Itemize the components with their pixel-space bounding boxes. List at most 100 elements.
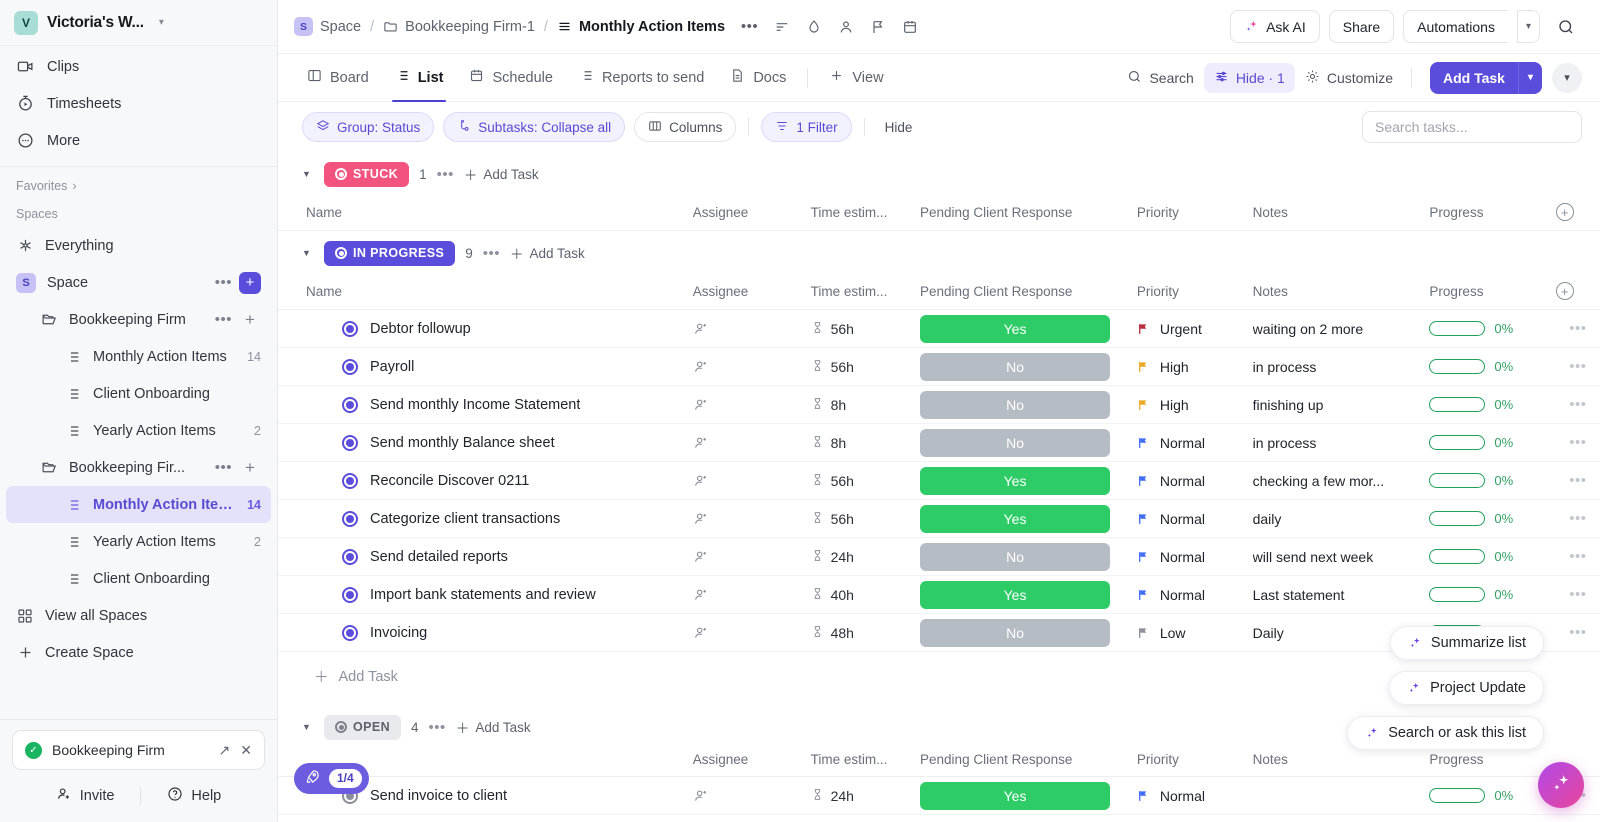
cell-notes[interactable] (1252, 776, 1430, 815)
droplet-icon[interactable] (799, 12, 828, 41)
assignee-add-icon[interactable] (693, 625, 811, 641)
cell-time-estimate[interactable]: 48h (810, 613, 921, 652)
cell-row-actions[interactable]: ••• (1555, 423, 1600, 462)
ai-assistant-fab[interactable] (1538, 762, 1584, 808)
pending-client-response-badge[interactable]: No (920, 618, 1111, 647)
cell-name[interactable]: Debtor followup (278, 309, 693, 348)
folder-more-icon[interactable]: ••• (215, 460, 232, 475)
cell-priority[interactable]: Normal (1136, 537, 1253, 576)
cell-priority[interactable]: Normal (1136, 423, 1253, 462)
group-add-task-button[interactable]: ＋ Add Task (464, 164, 539, 184)
cell-assignee[interactable] (692, 423, 811, 462)
flag-icon[interactable] (863, 12, 892, 41)
cell-row-actions[interactable]: ••• (1555, 385, 1600, 424)
folder-add-icon[interactable]: + (239, 309, 261, 331)
task-status-icon[interactable] (342, 434, 358, 451)
sidebar-item-create-space[interactable]: Create Space (6, 634, 271, 671)
progress-bar[interactable] (1429, 435, 1486, 450)
sidebar-item-everything[interactable]: Everything (6, 227, 271, 264)
cell-priority[interactable]: Normal (1136, 575, 1253, 614)
column-header-notes[interactable]: Notes (1252, 275, 1430, 310)
status-badge-in-progress[interactable]: IN PROGRESS (324, 240, 456, 266)
favorites-section-header[interactable]: Favorites › (0, 171, 277, 199)
share-button[interactable]: Share (1328, 10, 1395, 43)
cell-assignee[interactable] (692, 309, 811, 348)
cell-pending-client-response[interactable]: Yes (920, 776, 1137, 815)
assignee-add-icon[interactable] (693, 549, 811, 565)
row-more-icon[interactable]: ••• (1556, 586, 1600, 603)
sidebar-folder-bookkeeping-firm[interactable]: Bookkeeping Firm ••• + (6, 301, 271, 338)
column-header-pending-client-response[interactable]: Pending Client Response (920, 196, 1137, 231)
cell-row-actions[interactable]: ••• (1555, 613, 1600, 652)
column-header-assignee[interactable]: Assignee (692, 275, 811, 310)
task-status-icon[interactable] (342, 548, 358, 565)
add-task-button[interactable]: Add Task ▾ (1429, 61, 1542, 94)
progress-bar[interactable] (1429, 397, 1486, 412)
cell-notes[interactable]: checking a few mor... (1252, 461, 1430, 500)
tab-schedule[interactable]: Schedule (456, 54, 565, 102)
list-more-icon[interactable]: ••• (735, 12, 764, 41)
sort-icon[interactable] (767, 12, 796, 41)
global-search-icon[interactable] (1550, 11, 1582, 43)
table-row[interactable]: Send detailed reports 24h No Normal will sen… (278, 537, 1600, 576)
pending-client-response-badge[interactable]: No (920, 428, 1111, 457)
progress-bar[interactable] (1429, 549, 1486, 564)
cell-time-estimate[interactable]: 56h (810, 499, 921, 538)
column-header-name[interactable]: Name (278, 275, 693, 310)
column-header-notes[interactable]: Notes (1252, 196, 1430, 231)
column-header-progress[interactable]: Progress (1429, 275, 1556, 310)
cell-name[interactable]: Import bank statements and review (278, 575, 693, 614)
ask-ai-button[interactable]: Ask AI (1230, 10, 1320, 43)
sidebar-list-yearly-action-items-2[interactable]: Yearly Action Items 2 (6, 523, 271, 560)
table-row[interactable]: Send monthly Income Statement 8h No High fin… (278, 385, 1600, 424)
cell-name[interactable]: Invoicing (278, 613, 693, 652)
folder-add-icon[interactable]: + (239, 457, 261, 479)
subtasks-chip[interactable]: Subtasks: Collapse all (443, 112, 626, 142)
sidebar-list-monthly-action-items[interactable]: Monthly Action Items 14 (6, 338, 271, 375)
cell-notes[interactable]: finishing up (1252, 385, 1430, 424)
column-header-progress[interactable]: Progress (1429, 196, 1556, 231)
task-status-icon[interactable] (342, 358, 358, 375)
collapse-toolbar-button[interactable]: ▾ (1552, 62, 1582, 93)
breadcrumb-folder[interactable]: Bookkeeping Firm-1 (383, 19, 535, 35)
cell-pending-client-response[interactable]: No (920, 423, 1137, 462)
progress-bar[interactable] (1429, 511, 1486, 526)
cell-progress[interactable]: 0% (1429, 423, 1556, 462)
cell-notes[interactable]: in process (1252, 347, 1430, 386)
cell-notes[interactable]: in process (1252, 423, 1430, 462)
cell-assignee[interactable] (692, 347, 811, 386)
progress-bar[interactable] (1429, 473, 1486, 488)
group-more-icon[interactable]: ••• (437, 166, 454, 183)
cell-pending-client-response[interactable]: No (920, 347, 1137, 386)
cell-row-actions[interactable]: ••• (1555, 499, 1600, 538)
assignee-add-icon[interactable] (693, 587, 811, 603)
tab-list[interactable]: List (382, 54, 457, 102)
pending-client-response-badge[interactable]: Yes (920, 466, 1111, 495)
task-status-icon[interactable] (342, 510, 358, 527)
cell-pending-client-response[interactable]: No (920, 385, 1137, 424)
chevron-down-icon[interactable]: ▼ (302, 722, 314, 732)
space-add-icon[interactable]: + (239, 271, 261, 294)
column-header-assignee[interactable]: Assignee (692, 196, 811, 231)
cell-progress[interactable]: 0% (1429, 461, 1556, 500)
cell-time-estimate[interactable]: 24h (810, 776, 921, 815)
row-more-icon[interactable]: ••• (1556, 472, 1600, 489)
invite-button[interactable]: Invite (30, 786, 141, 806)
breadcrumb-space[interactable]: S Space (294, 17, 361, 36)
cell-assignee[interactable] (692, 537, 811, 576)
cell-time-estimate[interactable]: 56h (810, 461, 921, 500)
row-more-icon[interactable]: ••• (1556, 320, 1600, 337)
chevron-down-icon[interactable]: ▼ (302, 248, 314, 258)
task-status-icon[interactable] (342, 586, 358, 603)
filter-chip[interactable]: 1 Filter (761, 112, 852, 142)
view-search-button[interactable]: Search (1117, 63, 1203, 93)
close-icon[interactable]: ✕ (240, 742, 252, 759)
task-status-icon[interactable] (342, 396, 358, 413)
cell-row-actions[interactable]: ••• (1555, 575, 1600, 614)
task-status-icon[interactable] (342, 624, 358, 641)
column-header-pending-client-response[interactable]: Pending Client Response (920, 275, 1137, 310)
cell-row-actions[interactable]: ••• (1555, 347, 1600, 386)
cell-assignee[interactable] (692, 499, 811, 538)
assignee-add-icon[interactable] (693, 788, 811, 804)
sidebar-item-timesheets[interactable]: Timesheets (0, 85, 277, 122)
